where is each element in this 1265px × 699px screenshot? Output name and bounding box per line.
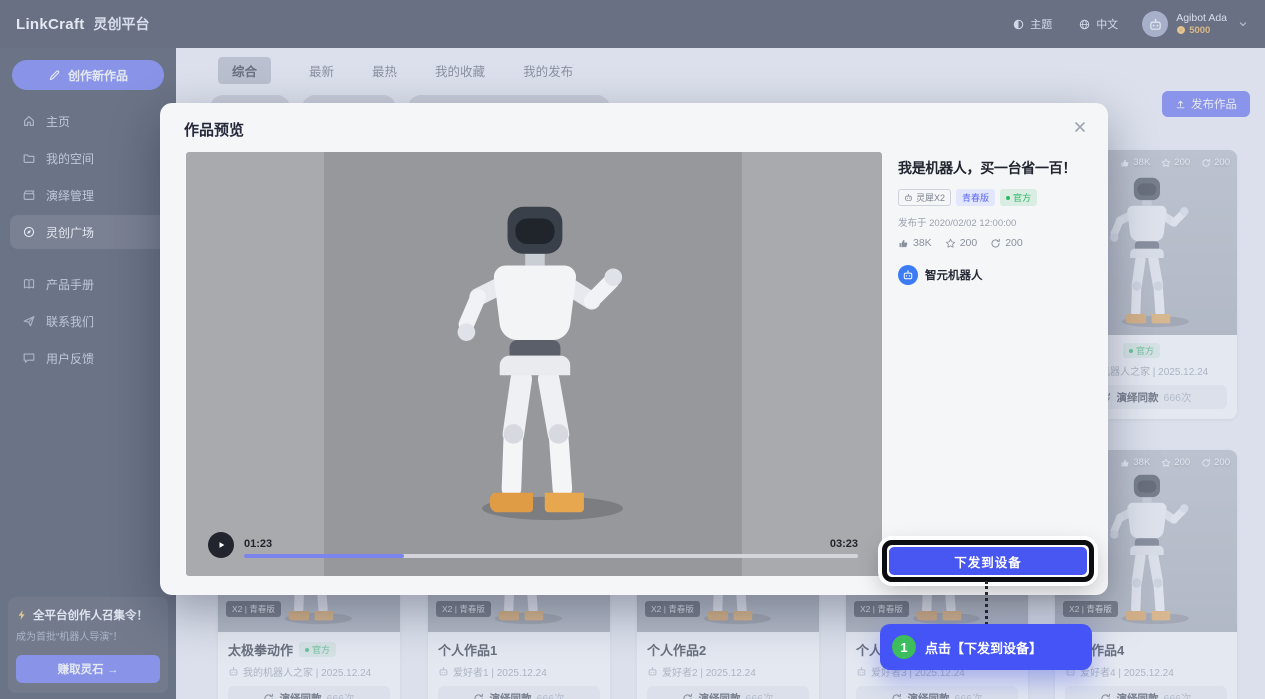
robot-icon (904, 193, 913, 202)
shares-stat[interactable]: 200 (990, 237, 1023, 249)
current-time: 01:23 (244, 538, 272, 550)
tutorial-connector-line (985, 581, 988, 625)
publish-date: 发布于 2020/02/02 12:00:00 (898, 215, 1090, 229)
tutorial-step-number: 1 (892, 635, 916, 659)
likes-stat[interactable]: 38K (898, 237, 932, 249)
author-avatar (898, 265, 918, 285)
author-name: 智元机器人 (925, 267, 983, 283)
tutorial-spotlight: 下发到设备 (882, 540, 1094, 582)
video-frame (324, 152, 742, 576)
author-row[interactable]: 智元机器人 (898, 265, 1090, 285)
stars-stat[interactable]: 200 (945, 237, 978, 249)
model-badge: 灵犀X2 (898, 189, 951, 206)
work-preview-modal: 作品预览 01:23 03:23 我是机器人，买一台省一百！ 灵犀X2 青 (160, 103, 1108, 595)
work-stats: 38K 200 200 (898, 237, 1090, 249)
official-badge: 官方 (1000, 189, 1037, 206)
share-icon (990, 238, 1001, 249)
play-button[interactable] (208, 532, 234, 558)
modal-title: 作品预览 (184, 119, 244, 140)
robot-illustration (416, 195, 651, 528)
seek-fill (244, 554, 404, 558)
app-root: LinkCraft 灵创平台 主题 中文 Agibot Ada 5000 创作新… (0, 0, 1265, 699)
like-icon (898, 238, 909, 249)
seek-bar[interactable] (244, 554, 858, 558)
tutorial-label: 点击【下发到设备】 (925, 638, 1042, 657)
close-icon[interactable] (1072, 119, 1088, 135)
work-title: 我是机器人，买一台省一百！ (898, 158, 1090, 178)
tutorial-tooltip: 1 点击【下发到设备】 (880, 624, 1092, 670)
video-stage: 01:23 03:23 (186, 152, 882, 576)
send-to-device-button[interactable]: 下发到设备 (889, 547, 1087, 575)
robot-avatar-icon (902, 269, 914, 281)
work-info-panel: 我是机器人，买一台省一百！ 灵犀X2 青春版 官方 发布于 2020/02/02… (898, 158, 1090, 285)
star-icon (945, 238, 956, 249)
edition-badge: 青春版 (956, 189, 995, 206)
play-icon (215, 539, 227, 551)
total-time: 03:23 (830, 538, 858, 550)
